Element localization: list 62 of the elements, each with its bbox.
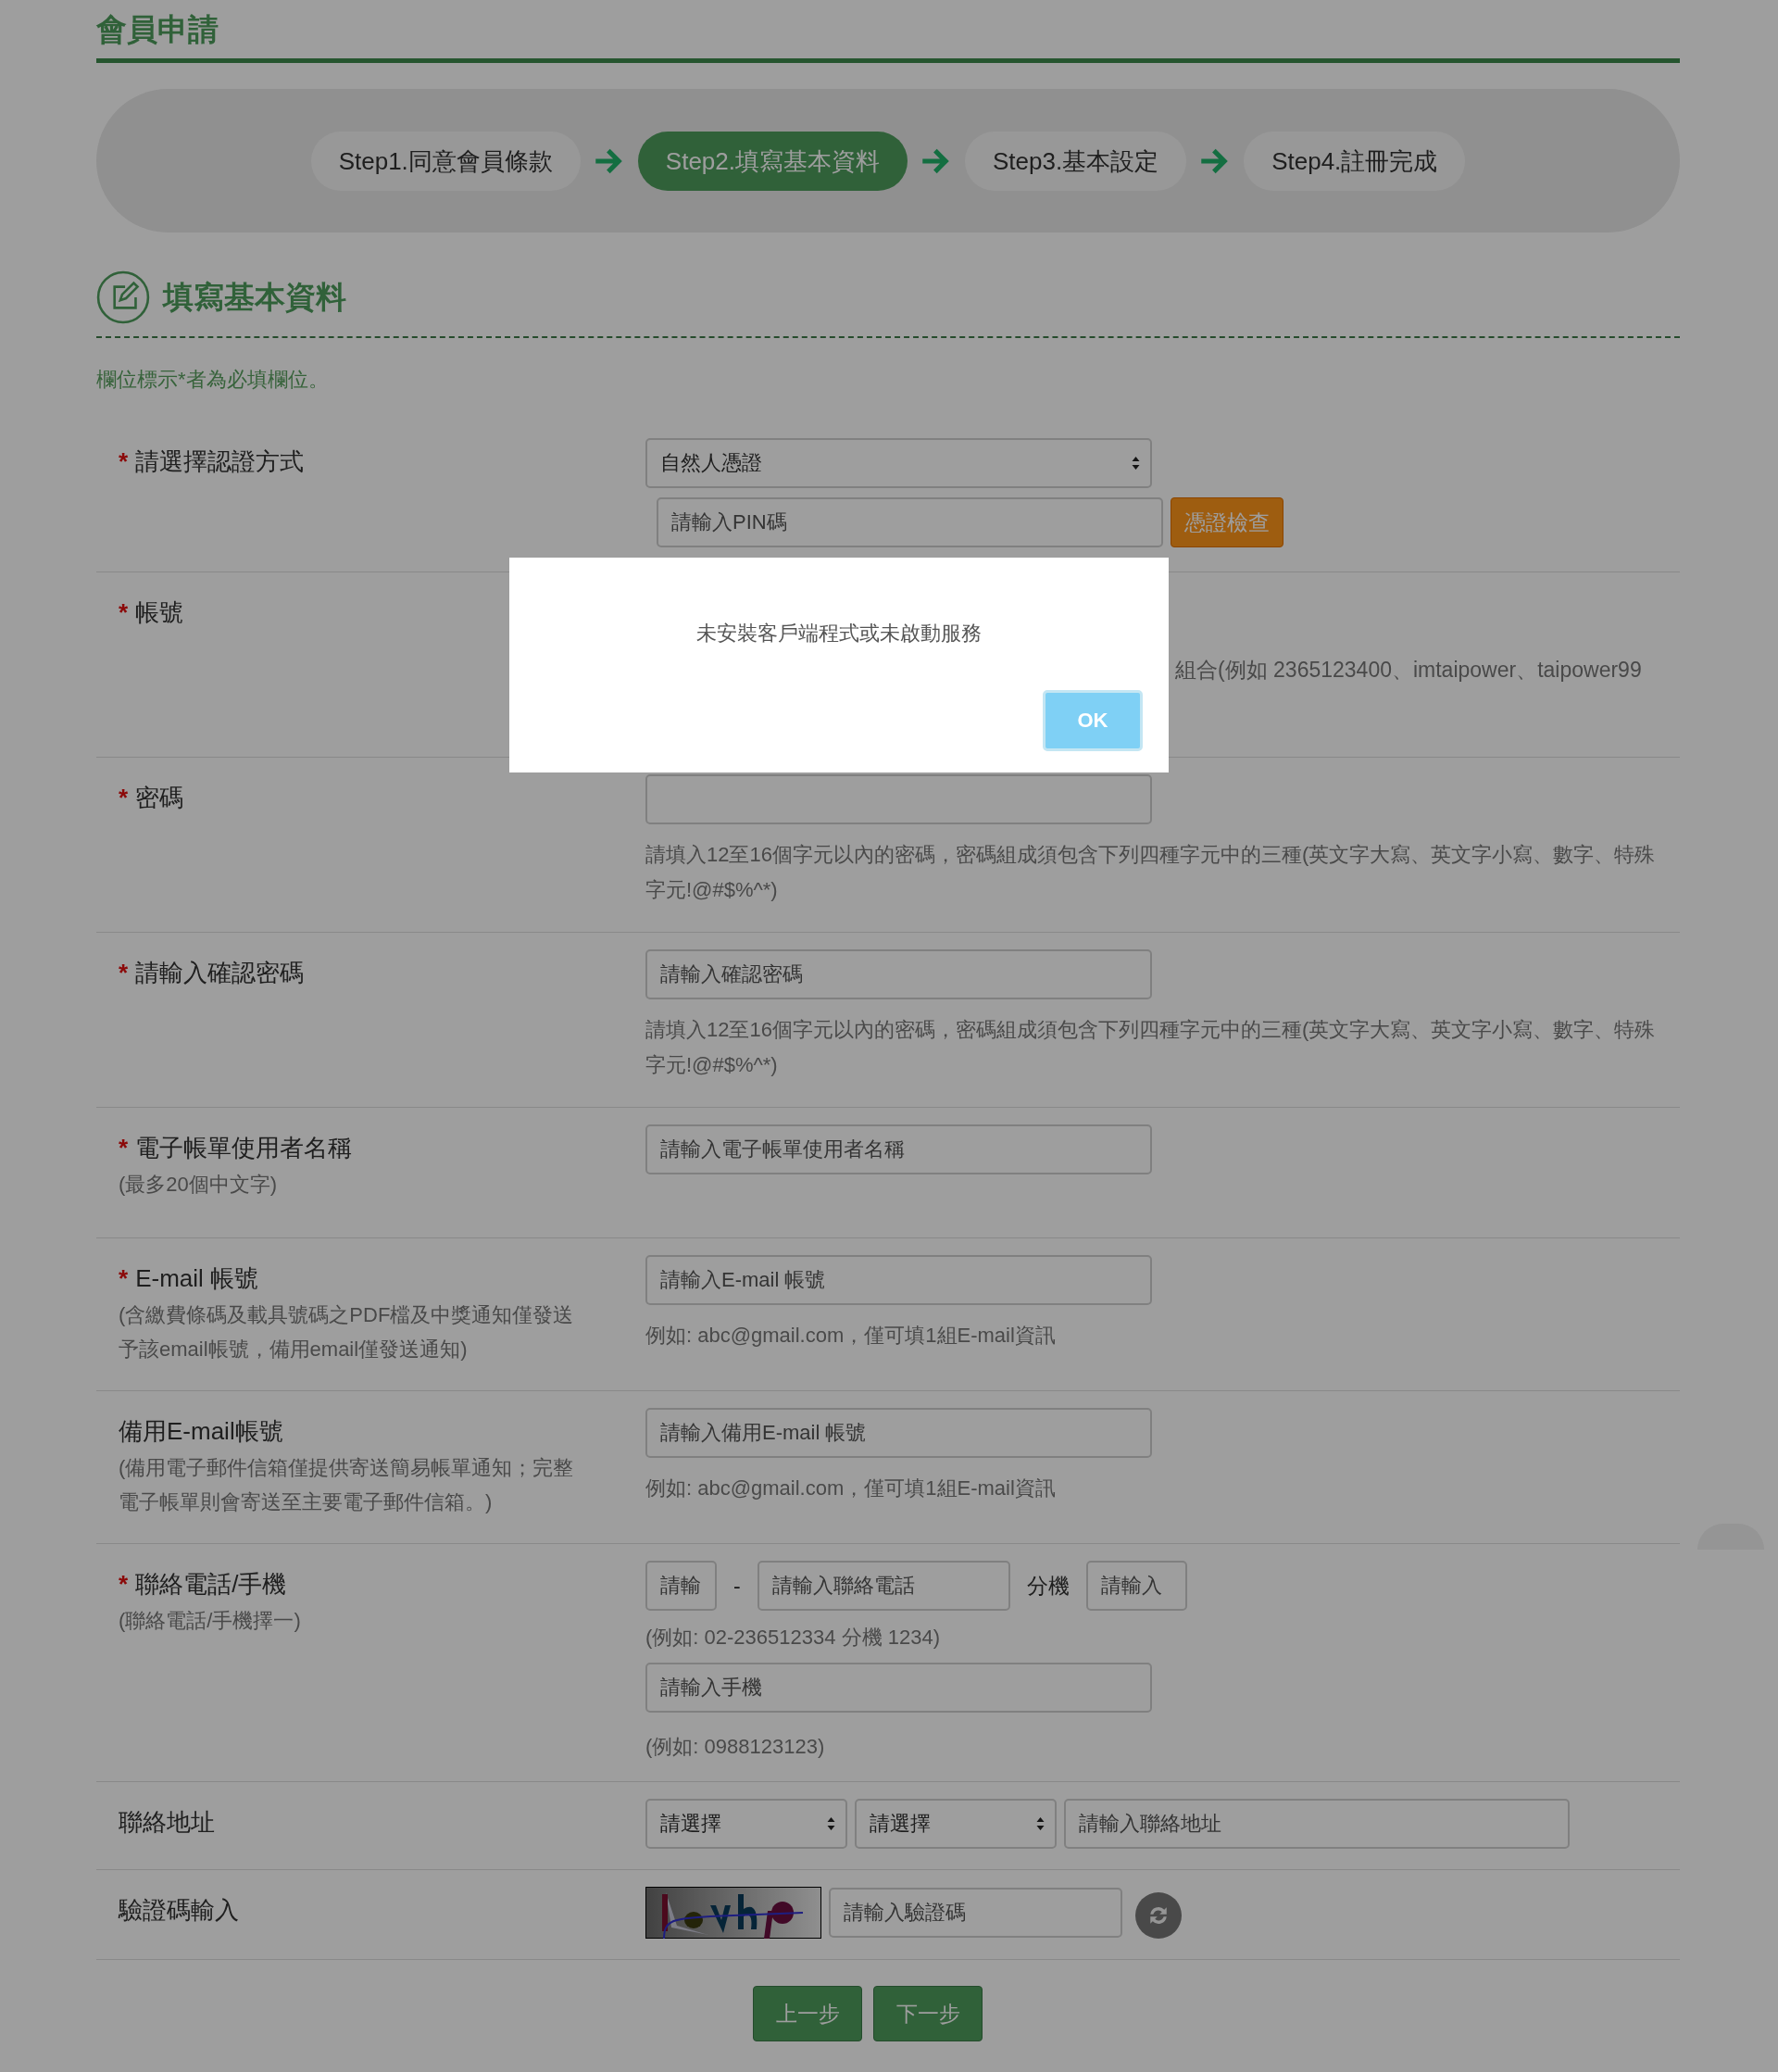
auth-select[interactable]: 自然人憑證 <box>645 438 1152 488</box>
extension-label: 分機 <box>1025 1572 1071 1600</box>
field-hint: 請填入12至16個字元以內的密碼，密碼組成須包含下列四種字元中的三種(英文字大寫、英文字小寫、數字、特殊字元!@#$%^*) <box>645 842 1657 903</box>
dialog-message: 未安裝客戶端程式或未啟動服務 <box>695 621 983 647</box>
field-note: (聯絡電話/手機擇一) <box>119 1608 302 1634</box>
area-code-field[interactable]: 請輸 <box>645 1561 717 1611</box>
step-pill: Step2.填寫基本資料 <box>637 131 908 191</box>
input-field[interactable]: 請輸入備用E-mail 帳號 <box>645 1408 1152 1458</box>
field-label: 備用E-mail帳號 <box>119 1417 283 1445</box>
required-mark: * <box>119 1134 129 1162</box>
field-hint: 例如: abc@gmail.com，僅可填1組E-mail資訊 <box>645 1476 1057 1501</box>
field-label: E-mail 帳號 <box>135 1264 259 1292</box>
phone-field[interactable]: 請輸入聯絡電話 <box>757 1561 1010 1611</box>
pin-field[interactable]: 請輸入PIN碼 <box>657 497 1163 547</box>
captcha-field[interactable]: 請輸入驗證碼 <box>829 1888 1122 1938</box>
mobile-field[interactable]: 請輸入手機 <box>645 1663 1152 1713</box>
input-field[interactable]: 請輸入電子帳單使用者名稱 <box>645 1124 1152 1174</box>
field-note: (最多20個中文字) <box>119 1172 279 1198</box>
district-select[interactable]: 請選擇 <box>645 1799 847 1849</box>
select-arrows-icon <box>1035 1816 1046 1831</box>
required-mark: * <box>119 784 129 811</box>
select-arrows-icon <box>826 1816 836 1831</box>
extension-field[interactable]: 請輸入 <box>1085 1561 1187 1611</box>
field-hint: (例如: 0988123123) <box>645 1734 826 1760</box>
input-field[interactable]: 請輸入E-mail 帳號 <box>645 1255 1152 1305</box>
step-pill: Step4.註冊完成 <box>1244 131 1466 191</box>
address-field[interactable]: 請輸入聯絡地址 <box>1064 1799 1570 1849</box>
field-hint: 例如: abc@gmail.com，僅可填1組E-mail資訊 <box>645 1323 1057 1349</box>
field-label: 電子帳單使用者名稱 <box>135 1134 353 1162</box>
required-mark: * <box>119 447 129 475</box>
field-label: 帳號 <box>135 598 184 626</box>
step-nav-button[interactable]: 下一步 <box>873 1986 983 2041</box>
refresh-button[interactable] <box>1135 1892 1182 1939</box>
district-select[interactable]: 請選擇 <box>855 1799 1057 1849</box>
edit-icon <box>96 270 150 324</box>
required-mark: * <box>119 959 129 986</box>
field-hint: 請填入12至16個字元以內的密碼，密碼組成須包含下列四種字元中的三種(英文字大寫、英文字小寫、數字、特殊字元!@#$%^*) <box>645 1017 1657 1078</box>
field-label: 請輸入確認密碼 <box>135 959 305 986</box>
step-nav-button[interactable]: 上一步 <box>753 1986 862 2041</box>
field-hint: (例如: 02-236512334 分機 1234) <box>645 1625 941 1651</box>
field-label: 聯絡地址 <box>119 1808 215 1836</box>
field-label: 驗證碼輸入 <box>119 1896 239 1924</box>
required-mark: * <box>119 598 129 626</box>
field-label: 請選擇認證方式 <box>135 447 305 475</box>
required-mark: * <box>119 1570 129 1598</box>
required-mark: * <box>119 1264 129 1292</box>
step-pill: Step1.同意會員條款 <box>310 131 581 191</box>
field-label: 聯絡電話/手機 <box>135 1570 287 1598</box>
ok-button[interactable]: OK <box>1043 690 1143 751</box>
input-field[interactable]: 請輸入確認密碼 <box>645 949 1152 999</box>
certificate-check-button[interactable]: 憑證檢查 <box>1171 497 1283 547</box>
page-title: 會員申請 <box>96 0 1680 63</box>
field-hint: 組合(例如 2365123400、imtaipower、taipower99 <box>1175 657 1643 684</box>
required-note: 欄位標示*者為必填欄位。 <box>96 336 1680 421</box>
field-note: (備用電子郵件信箱僅提供寄送簡易帳單通知；完整電子帳單則會寄送至主要電子郵件信箱。) <box>119 1455 575 1515</box>
field-label: 密碼 <box>135 784 184 811</box>
dash-separator: - <box>732 1573 742 1599</box>
step-pill: Step3.基本設定 <box>965 131 1187 191</box>
select-arrows-icon <box>1131 456 1141 471</box>
input-field[interactable] <box>645 774 1152 824</box>
field-note: (含繳費條碼及載具號碼之PDF檔及中獎通知僅發送予該email帳號，備用email僅發送通知) <box>119 1302 575 1362</box>
section-title: 填寫基本資料 <box>163 278 346 316</box>
